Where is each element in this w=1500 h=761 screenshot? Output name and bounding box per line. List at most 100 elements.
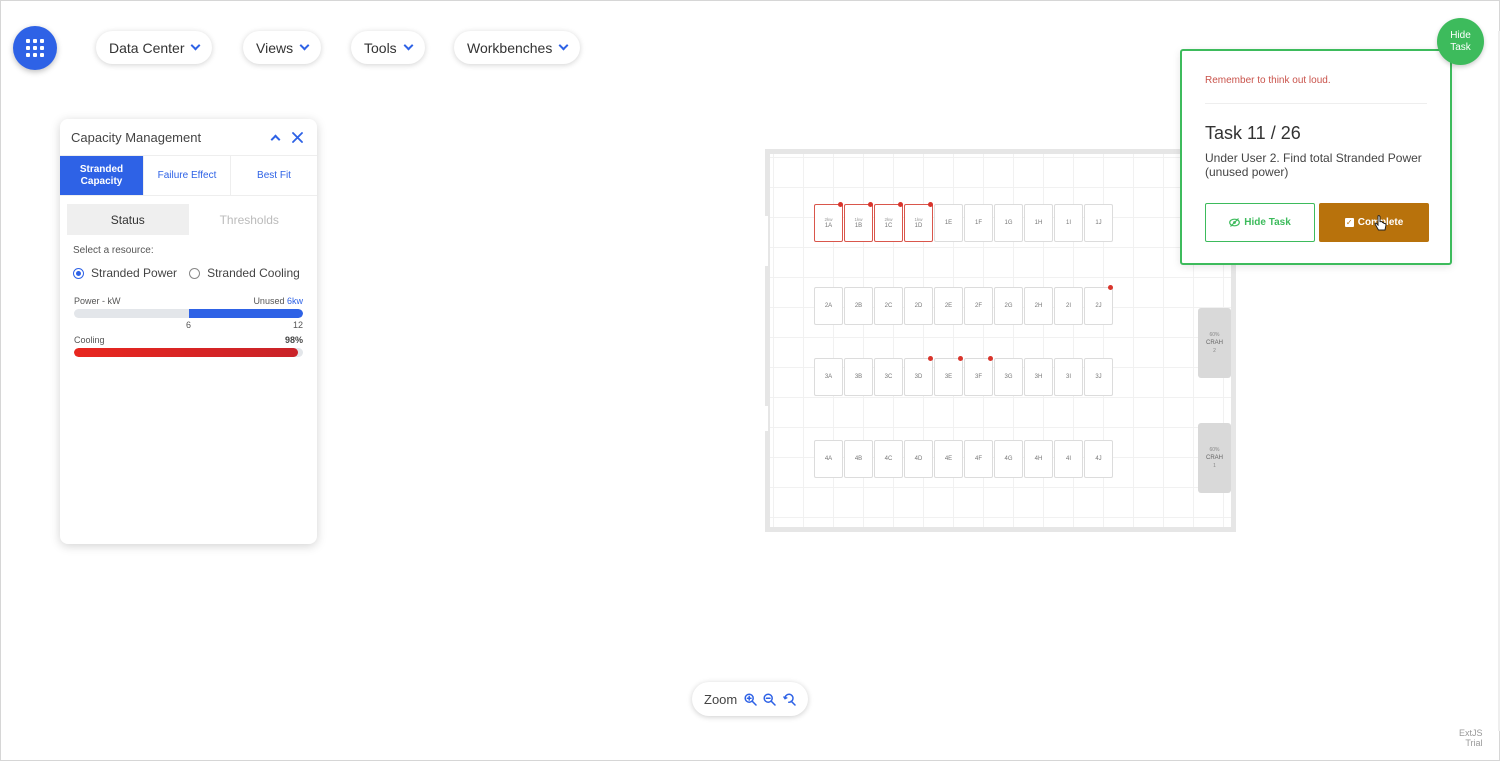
chevron-down-icon [191, 40, 201, 51]
rack-3a[interactable]: 3A [814, 358, 843, 396]
grid-icon [26, 39, 44, 57]
task-reminder: Remember to think out loud. [1205, 75, 1331, 86]
rack-2h[interactable]: 2H [1024, 287, 1053, 325]
rack-label: 2B [854, 302, 863, 309]
rack-label: 2I [1065, 302, 1071, 309]
rack-2i[interactable]: 2I [1054, 287, 1083, 325]
rack-2j[interactable]: 2J [1084, 287, 1113, 325]
rack-label: 1A [824, 223, 833, 229]
rack-4d[interactable]: 4D [904, 440, 933, 478]
rack-1i[interactable]: 1I [1054, 204, 1083, 242]
rack-3d[interactable]: 3D [904, 358, 933, 396]
crah-unit[interactable]: 60% CRAH 2 [1198, 308, 1231, 378]
crah-unit[interactable]: 60% CRAH 1 [1198, 423, 1231, 493]
power-unused: Unused 6kw [253, 296, 303, 306]
rack-3i[interactable]: 3I [1054, 358, 1083, 396]
hand-cursor-icon [1374, 215, 1387, 231]
rack-2c[interactable]: 2C [874, 287, 903, 325]
zoom-reset-button[interactable] [782, 692, 796, 707]
crah-percent: 60% [1209, 332, 1220, 338]
rack-4a[interactable]: 4A [814, 440, 843, 478]
power-unused-label: Unused [253, 296, 285, 306]
floor-door-gap [760, 216, 768, 266]
select-resource-label: Select a resource: [73, 245, 154, 256]
zoom-in-button[interactable] [743, 692, 757, 707]
rack-label: 2A [824, 302, 833, 309]
cooling-meter-header: Cooling 98% [74, 335, 303, 345]
rack-4g[interactable]: 4G [994, 440, 1023, 478]
close-button[interactable] [288, 128, 306, 146]
rack-4c[interactable]: 4C [874, 440, 903, 478]
rack-2e[interactable]: 2E [934, 287, 963, 325]
rack-label: 1F [974, 219, 982, 226]
tab-failure-effect[interactable]: Failure Effect [144, 156, 231, 195]
alert-dot-icon [928, 202, 933, 207]
alert-dot-icon [898, 202, 903, 207]
rack-3h[interactable]: 3H [1024, 358, 1053, 396]
rack-4f[interactable]: 4F [964, 440, 993, 478]
hide-task-label: Hide Task [1244, 217, 1291, 228]
rack-label: 3A [824, 373, 833, 380]
tab-best-fit[interactable]: Best Fit [231, 156, 317, 195]
zoom-out-button[interactable] [763, 692, 777, 707]
crah-number: 2 [1213, 348, 1216, 354]
rack-3b[interactable]: 3B [844, 358, 873, 396]
rack-kw: 1kw [854, 217, 863, 222]
task-number: Task 11 / 26 [1205, 123, 1301, 143]
rack-1f[interactable]: 1F [964, 204, 993, 242]
rack-label: 3B [854, 373, 863, 380]
rack-1a[interactable]: 2kw 1A [814, 204, 843, 242]
rack-1g[interactable]: 1G [994, 204, 1023, 242]
cooling-label: Cooling [74, 335, 105, 345]
app-menu-button[interactable] [13, 26, 57, 70]
rack-2b[interactable]: 2B [844, 287, 873, 325]
rack-1d[interactable]: 1kw 1D [904, 204, 933, 242]
rack-1h[interactable]: 1H [1024, 204, 1053, 242]
rack-2a[interactable]: 2A [814, 287, 843, 325]
tab-stranded-capacity[interactable]: Stranded Capacity [60, 156, 144, 195]
rack-kw: 1kw [914, 217, 923, 222]
rack-1e[interactable]: 1E [934, 204, 963, 242]
rack-4i[interactable]: 4I [1054, 440, 1083, 478]
alert-dot-icon [988, 356, 993, 361]
chevron-up-icon [270, 134, 280, 144]
nav-views[interactable]: Views [243, 31, 322, 64]
rack-1c[interactable]: 2kw 1C [874, 204, 903, 242]
power-unused-fill [188, 309, 303, 318]
rack-1b[interactable]: 1kw 1B [844, 204, 873, 242]
collapse-button[interactable] [266, 128, 284, 146]
hide-task-circle-button[interactable]: Hide Task [1437, 18, 1484, 65]
rack-2d[interactable]: 2D [904, 287, 933, 325]
nav-tools[interactable]: Tools [351, 31, 425, 64]
subtab-thresholds[interactable]: Thresholds [189, 204, 311, 235]
power-ticks: 6 12 [74, 320, 303, 331]
rack-3j[interactable]: 3J [1084, 358, 1113, 396]
rack-3e[interactable]: 3E [934, 358, 963, 396]
rack-2f[interactable]: 2F [964, 287, 993, 325]
rack-1j[interactable]: 1J [1084, 204, 1113, 242]
alert-dot-icon [1108, 285, 1113, 290]
rack-3f[interactable]: 3F [964, 358, 993, 396]
rack-label: 3F [974, 373, 982, 380]
chevron-down-icon [299, 40, 310, 51]
rack-3g[interactable]: 3G [994, 358, 1023, 396]
radio-stranded-power[interactable]: Stranded Power [73, 266, 177, 280]
rack-label: 3I [1065, 373, 1071, 380]
rack-4h[interactable]: 4H [1024, 440, 1053, 478]
nav-data-center[interactable]: Data Center [96, 31, 213, 64]
rack-label: 3J [1095, 373, 1102, 380]
radio-stranded-cooling[interactable]: Stranded Cooling [189, 266, 300, 280]
rack-4j[interactable]: 4J [1084, 440, 1113, 478]
zoom-bar: Zoom [692, 682, 808, 716]
rack-3c[interactable]: 3C [874, 358, 903, 396]
close-icon [291, 131, 303, 143]
rack-label: 1D [914, 223, 923, 229]
rack-4e[interactable]: 4E [934, 440, 963, 478]
rack-label: 4D [914, 455, 923, 462]
crah-percent: 60% [1209, 447, 1220, 453]
nav-workbenches[interactable]: Workbenches [454, 31, 581, 64]
hide-task-button[interactable]: Hide Task [1205, 203, 1315, 242]
rack-2g[interactable]: 2G [994, 287, 1023, 325]
rack-4b[interactable]: 4B [844, 440, 873, 478]
subtab-status[interactable]: Status [67, 204, 189, 235]
